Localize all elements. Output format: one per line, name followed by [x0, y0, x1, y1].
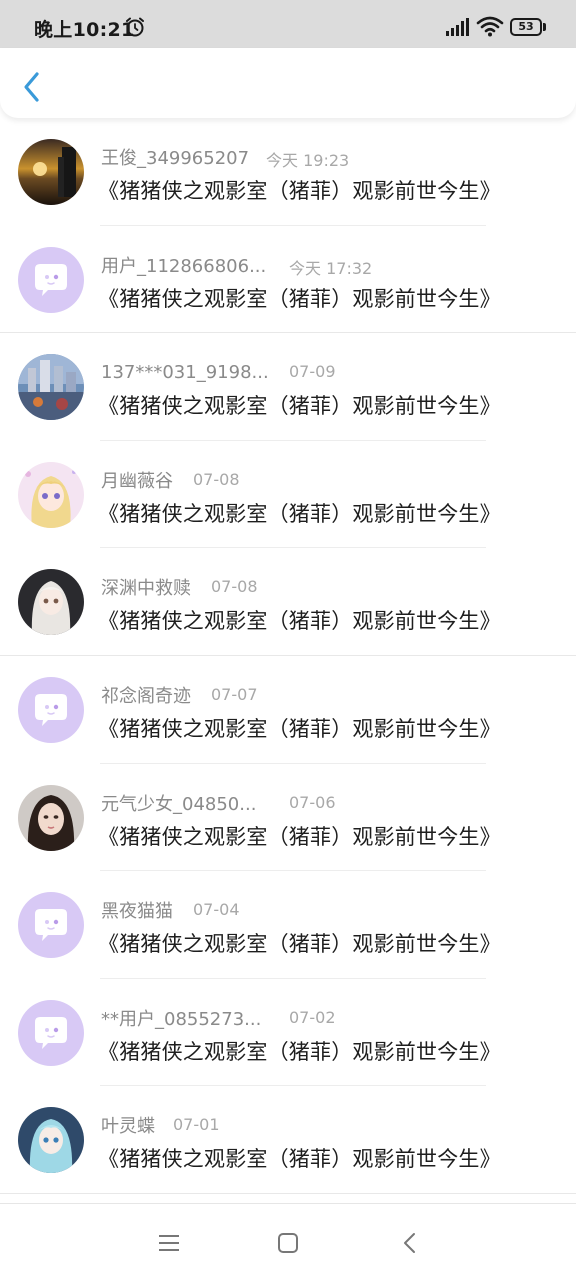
status-bar: 晚上10:21 53 [0, 0, 576, 48]
timestamp: 07-01 [173, 1115, 220, 1135]
avatar[interactable] [18, 676, 84, 743]
menu-icon[interactable] [158, 1234, 180, 1252]
username[interactable]: **用户_0855273... [101, 1005, 261, 1031]
username[interactable]: 元气少女_04850... [101, 790, 256, 816]
timestamp: 07-04 [193, 900, 240, 920]
list-item[interactable]: 深渊中救赎 07-08 《猪猪侠之观影室（猪菲）观影前世今生》 [0, 548, 576, 656]
battery-level: 53 [510, 18, 542, 36]
timestamp: 07-09 [289, 362, 336, 382]
item-title: 《猪猪侠之观影室（猪菲）观影前世今生》 [98, 179, 501, 203]
item-title: 《猪猪侠之观影室（猪菲）观影前世今生》 [98, 609, 501, 634]
status-time: 晚上10:21 [34, 19, 135, 41]
divider [0, 1192, 576, 1194]
list-item[interactable]: 叶灵蝶 07-01 《猪猪侠之观影室（猪菲）观影前世今生》 [0, 1086, 576, 1194]
username[interactable]: 月幽薇谷 [101, 467, 173, 493]
list-item[interactable]: 黑夜猫猫 07-04 《猪猪侠之观影室（猪菲）观影前世今生》 [0, 871, 576, 979]
timestamp: 07-02 [289, 1007, 336, 1027]
username[interactable]: 黑夜猫猫 [101, 897, 173, 923]
timestamp: 07-08 [193, 469, 240, 489]
timestamp: 07-06 [289, 792, 336, 812]
chevron-left-icon[interactable] [20, 70, 44, 104]
item-title: 《猪猪侠之观影室（猪菲）观影前世今生》 [98, 501, 501, 526]
avatar[interactable] [18, 1107, 84, 1174]
username[interactable]: 137***031_9198... [101, 362, 269, 383]
list-item[interactable]: 月幽薇谷 07-08 《猪猪侠之观影室（猪菲）观影前世今生》 [0, 441, 576, 549]
wifi-icon [476, 16, 504, 37]
timestamp: 今天 17:32 [289, 258, 373, 278]
item-title: 《猪猪侠之观影室（猪菲）观影前世今生》 [98, 716, 501, 741]
list-item[interactable]: 用户_112866806... 今天 17:32 《猪猪侠之观影室（猪菲）观影前… [0, 226, 576, 334]
list-item[interactable]: 元气少女_04850... 07-06 《猪猪侠之观影室（猪菲）观影前世今生》 [0, 764, 576, 872]
item-title: 《猪猪侠之观影室（猪菲）观影前世今生》 [98, 286, 501, 311]
share-record-list: 王俊_349965207 今天 19:23 《猪猪侠之观影室（猪菲）观影前世今生… [0, 118, 576, 1194]
alarm-icon [126, 17, 144, 37]
username[interactable]: 用户_112866806... [101, 252, 266, 278]
list-item[interactable]: 祁念阁奇迹 07-07 《猪猪侠之观影室（猪菲）观影前世今生》 [0, 656, 576, 764]
avatar[interactable] [18, 999, 84, 1066]
item-title: 《猪猪侠之观影室（猪菲）观影前世今生》 [98, 1039, 501, 1064]
signal-icon [446, 18, 469, 36]
item-title: 《猪猪侠之观影室（猪菲）观影前世今生》 [98, 932, 501, 957]
timestamp: 07-07 [211, 684, 258, 704]
username[interactable]: 叶灵蝶 [101, 1112, 155, 1138]
timestamp: 今天 19:23 [266, 151, 350, 170]
username[interactable]: 王俊_349965207 [101, 144, 249, 170]
back-icon[interactable] [402, 1232, 416, 1254]
avatar[interactable] [18, 461, 84, 528]
system-nav-bar [0, 1203, 576, 1280]
avatar[interactable] [18, 569, 84, 636]
avatar[interactable] [18, 784, 84, 851]
list-item[interactable]: 137***031_9198... 07-09 《猪猪侠之观影室（猪菲）观影前世… [0, 333, 576, 441]
username[interactable]: 深渊中救赎 [101, 574, 191, 600]
avatar[interactable] [18, 892, 84, 959]
timestamp: 07-08 [211, 577, 258, 597]
list-item[interactable]: 王俊_349965207 今天 19:23 《猪猪侠之观影室（猪菲）观影前世今生… [0, 118, 576, 226]
item-title: 《猪猪侠之观影室（猪菲）观影前世今生》 [98, 824, 501, 849]
home-icon[interactable] [278, 1233, 298, 1253]
list-item[interactable]: **用户_0855273... 07-02 《猪猪侠之观影室（猪菲）观影前世今生… [0, 979, 576, 1087]
item-title: 《猪猪侠之观影室（猪菲）观影前世今生》 [98, 394, 501, 419]
item-title: 《猪猪侠之观影室（猪菲）观影前世今生》 [98, 1147, 501, 1172]
top-header [0, 48, 576, 118]
battery-icon: 53 [510, 18, 546, 36]
avatar[interactable] [18, 354, 84, 421]
avatar[interactable] [18, 139, 84, 205]
avatar[interactable] [18, 246, 84, 313]
username[interactable]: 祁念阁奇迹 [101, 682, 191, 708]
